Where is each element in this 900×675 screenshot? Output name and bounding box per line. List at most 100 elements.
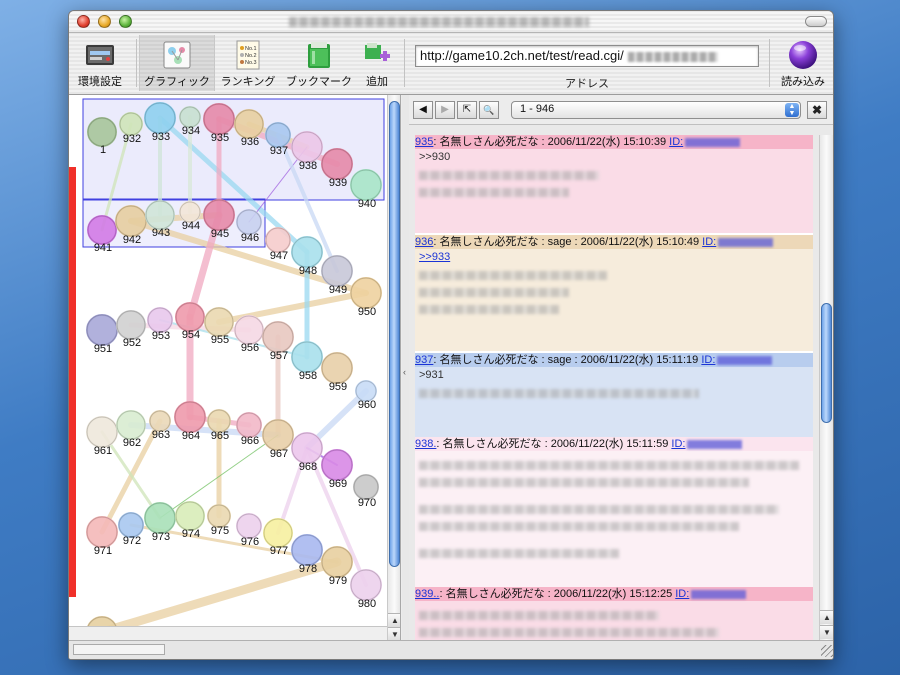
reply-node[interactable]: 957 xyxy=(262,321,294,362)
reply-node[interactable]: 932 xyxy=(119,112,143,145)
reply-node[interactable]: 953 xyxy=(147,307,173,342)
reply-node[interactable]: 952 xyxy=(116,310,146,349)
reply-node[interactable]: 976 xyxy=(236,513,262,548)
bookmark-button[interactable]: ブックマーク xyxy=(281,35,357,91)
search-button[interactable]: 🔍 xyxy=(479,101,499,119)
post-quote: >>930 xyxy=(419,151,451,163)
reply-node[interactable]: 934 xyxy=(179,106,201,137)
forward-button[interactable]: ▶ xyxy=(435,101,455,119)
reply-node[interactable]: 964 xyxy=(174,401,206,442)
close-thread-button[interactable]: ✖ xyxy=(807,101,827,119)
post-id-link[interactable]: ID: xyxy=(701,354,715,366)
reply-node[interactable]: 967 xyxy=(262,419,294,460)
reply-node-label: 956 xyxy=(241,342,259,354)
post-id-link[interactable]: ID: xyxy=(702,236,716,248)
reply-node[interactable]: 955 xyxy=(204,307,234,346)
reply-node[interactable]: 946 xyxy=(236,209,262,244)
reply-graph[interactable]: 1 932 933 934 935 936 937 938 939 940 941 942 943 944… xyxy=(69,95,387,626)
post-id-link[interactable]: ID: xyxy=(669,136,683,148)
redacted-line xyxy=(419,271,607,280)
thread-scroll-up-button[interactable]: ▲ xyxy=(820,610,833,624)
reply-node-label: 972 xyxy=(123,535,141,547)
reply-node-label: 975 xyxy=(211,525,229,537)
zoom-window-button[interactable] xyxy=(119,15,132,28)
reply-node[interactable]: 960 xyxy=(355,380,377,411)
graph-scroll-up-button[interactable]: ▲ xyxy=(388,613,400,627)
reply-node[interactable]: 940 xyxy=(350,169,382,210)
toolbar-toggle-button[interactable] xyxy=(805,16,827,27)
reply-node-label: 953 xyxy=(152,330,170,342)
post-937: 937: 名無しさん必死だな : sage : 2006/11/22(水) 15… xyxy=(415,353,813,437)
graph-vertical-scrollbar[interactable]: ▲ ▼ xyxy=(387,95,400,642)
thread-scroll-thumb[interactable] xyxy=(821,303,832,423)
post-number-link[interactable]: 938. xyxy=(415,438,436,450)
reply-node[interactable]: 966 xyxy=(236,412,262,447)
post-number-link[interactable]: 936 xyxy=(415,236,433,248)
graph-scroll-down-button[interactable]: ▼ xyxy=(388,627,400,641)
post-header: 938.: 名無しさん必死だな : 2006/11/22(水) 15:11:59… xyxy=(415,437,813,451)
reply-node[interactable]: 951 xyxy=(86,314,118,355)
thread-navbar: ◀ ▶ ⇱ 🔍 1 - 946 ▲ ▼ ✖ xyxy=(409,95,833,125)
reply-node[interactable]: 947 xyxy=(265,227,291,262)
reply-node[interactable]: 941 xyxy=(87,215,117,254)
reply-node[interactable]: 937 xyxy=(265,122,291,157)
post-number-link[interactable]: 937 xyxy=(415,354,433,366)
range-select[interactable]: 1 - 946 ▲ ▼ xyxy=(511,101,801,119)
jump-top-button[interactable]: ⇱ xyxy=(457,101,477,119)
resize-grip-icon[interactable] xyxy=(821,645,833,657)
reply-node[interactable]: 956 xyxy=(234,315,264,354)
redacted-line xyxy=(419,478,749,487)
reply-node-label: 939 xyxy=(329,177,347,189)
reply-node[interactable]: 975 xyxy=(207,504,231,537)
post-id-link[interactable]: ID: xyxy=(671,438,685,450)
reply-node[interactable]: 968 xyxy=(291,432,323,473)
address-field[interactable]: http://game10.2ch.net/test/read.cgi/ xyxy=(415,45,759,67)
post-header: 937: 名無しさん必死だな : sage : 2006/11/22(水) 15… xyxy=(415,353,813,367)
reply-node[interactable]: 954 xyxy=(175,302,205,341)
reply-node-label: 962 xyxy=(123,437,141,449)
post-body xyxy=(415,451,813,587)
reply-node-label: 947 xyxy=(270,250,288,262)
minimize-window-button[interactable] xyxy=(98,15,111,28)
reply-node-label: 970 xyxy=(358,497,376,509)
reply-node[interactable]: 980 xyxy=(350,569,382,610)
reply-node[interactable]: 959 xyxy=(321,352,353,393)
reload-button[interactable]: 読み込み xyxy=(775,35,831,91)
thread-vertical-scrollbar[interactable]: ▲ ▼ xyxy=(819,135,833,642)
reply-node-label: 978 xyxy=(299,563,317,575)
reply-node[interactable]: 972 xyxy=(118,512,144,547)
reply-node[interactable]: 979 xyxy=(321,546,353,587)
reply-node[interactable]: 977 xyxy=(263,518,293,557)
settings-button[interactable]: 環境設定 xyxy=(69,35,131,91)
post-number-link[interactable]: 939.. xyxy=(415,588,439,600)
post-id-link[interactable]: ID: xyxy=(675,588,689,600)
graphic-button[interactable]: グラフィック xyxy=(139,35,215,91)
post-list: 935: 名無しさん必死だな : 2006/11/22(水) 15:10:39 … xyxy=(415,135,813,642)
post-number-link[interactable]: 935 xyxy=(415,136,433,148)
back-arrow-icon: ◀ xyxy=(419,104,427,115)
post-meta: : 名無しさん必死だな : 2006/11/22(水) 15:11:59 xyxy=(436,438,669,450)
graph-scroll-thumb[interactable] xyxy=(389,101,400,567)
close-window-button[interactable] xyxy=(77,15,90,28)
reply-node[interactable]: 981 xyxy=(87,616,117,626)
post-quote-link[interactable]: >>933 xyxy=(419,251,809,263)
reply-node[interactable]: 944 xyxy=(179,201,201,232)
pane-splitter[interactable]: ‹ xyxy=(402,95,409,642)
reply-node[interactable]: 973 xyxy=(144,502,176,543)
redacted-line xyxy=(419,611,659,620)
reply-node[interactable]: 965 xyxy=(207,409,231,442)
reply-node[interactable]: 962 xyxy=(116,410,146,449)
reply-node[interactable]: 963 xyxy=(149,410,171,441)
reply-node[interactable]: 969 xyxy=(321,449,353,490)
thread-scroll-down-button[interactable]: ▼ xyxy=(820,625,833,639)
reply-node[interactable]: 950 xyxy=(350,277,382,318)
redacted-line xyxy=(419,188,569,197)
toolbar-separator xyxy=(404,39,405,87)
reply-node[interactable]: 970 xyxy=(353,474,379,509)
ranking-button[interactable]: No.1 No.2 No.3 ランキング xyxy=(217,35,279,91)
back-button[interactable]: ◀ xyxy=(413,101,433,119)
reply-node[interactable]: 958 xyxy=(291,341,323,382)
reply-node[interactable]: 971 xyxy=(86,516,118,557)
add-button[interactable]: 追加 xyxy=(357,35,397,91)
reply-node[interactable]: 961 xyxy=(86,416,118,457)
